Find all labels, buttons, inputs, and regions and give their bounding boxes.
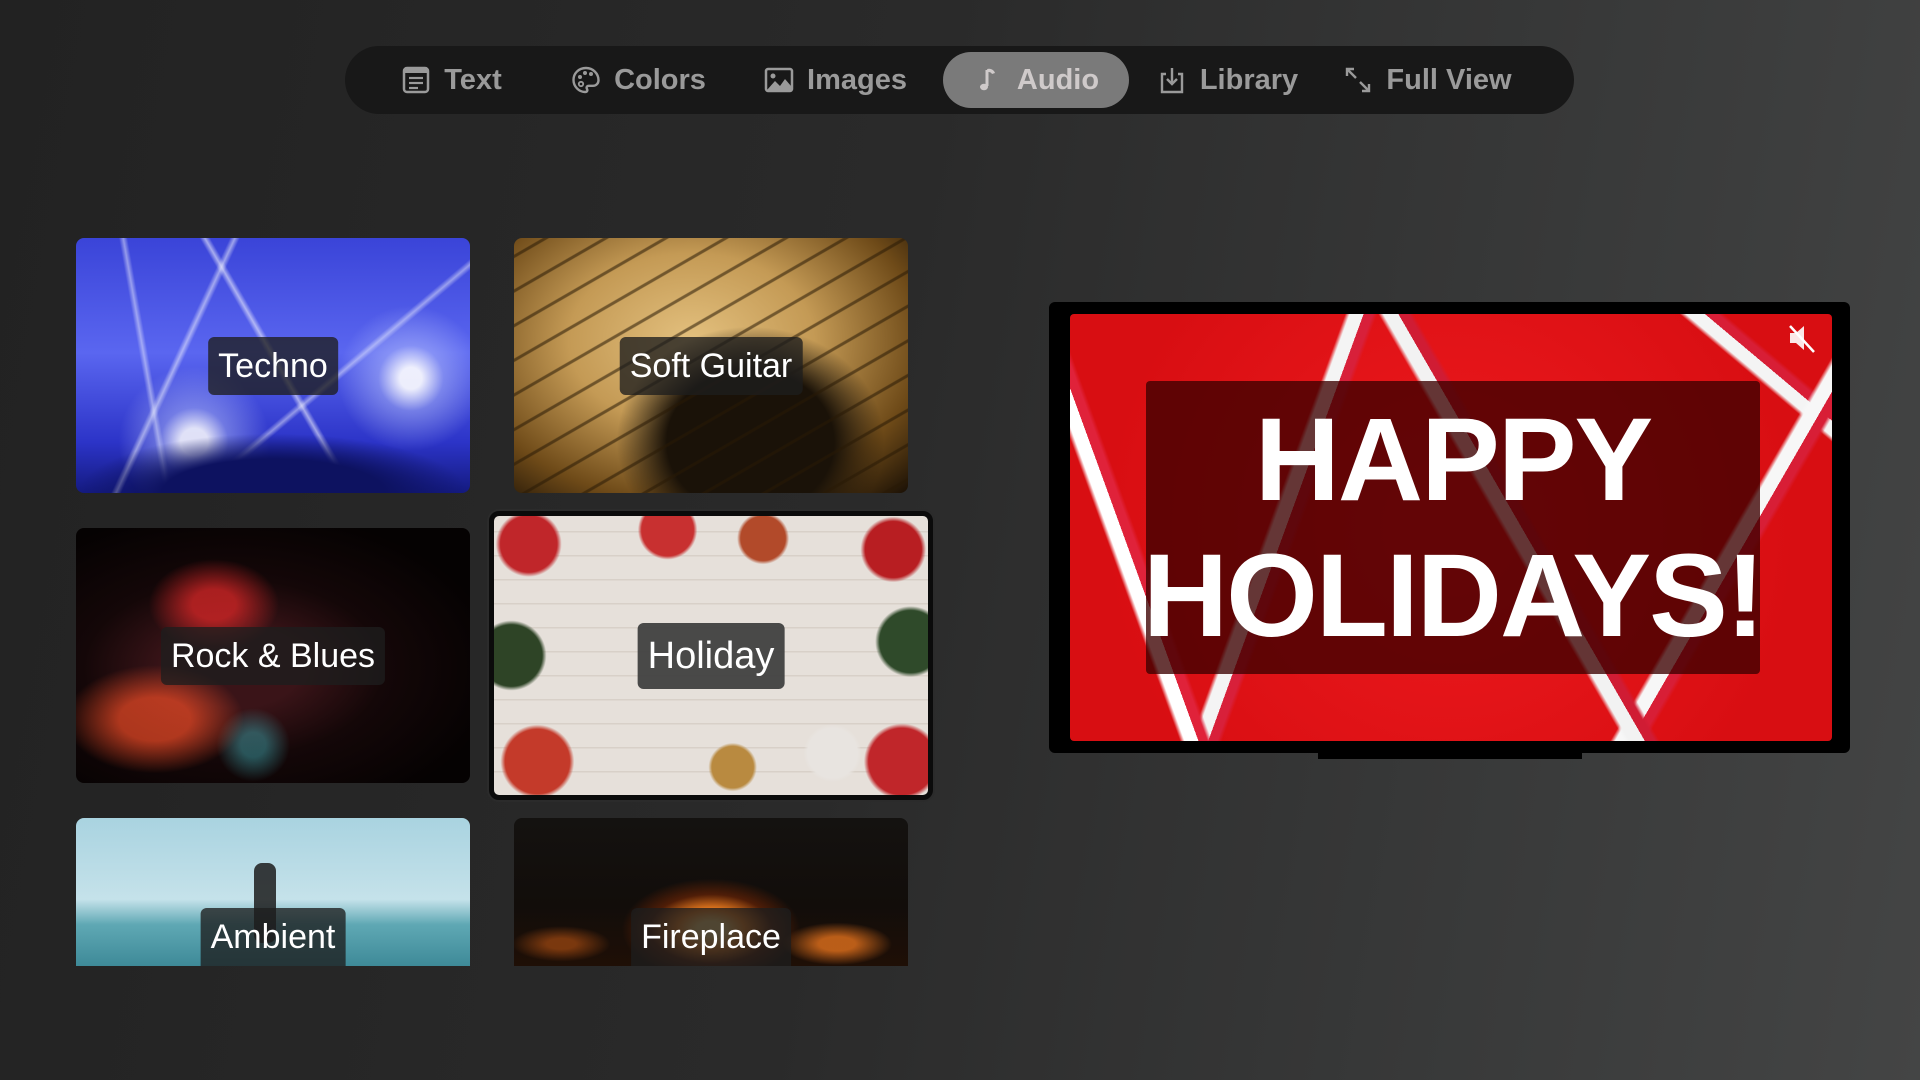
audio-tile-techno[interactable]: Techno [76,238,470,493]
tab-images[interactable]: Images [735,52,935,108]
tab-colors-label: Colors [614,63,706,96]
message-line-1: HAPPY [1254,393,1654,526]
tab-audio-label: Audio [1016,63,1100,96]
image-icon [764,67,794,93]
toolbar: Text Colors Images Audio Library Full Vi… [345,46,1574,114]
audio-tile-label: Holiday [637,622,785,689]
text-document-icon [403,66,430,94]
preview-screen: HAPPY HOLIDAYS! [1070,314,1832,741]
audio-tile-label: Soft Guitar [619,336,803,395]
tab-text[interactable]: Text [361,52,541,108]
tab-full-view[interactable]: Full View [1327,52,1527,108]
download-tray-icon [1160,68,1184,94]
audio-tile-ambient[interactable]: Ambient [76,818,470,966]
tab-colors[interactable]: Colors [549,52,727,108]
audio-tile-label: Fireplace [631,908,791,966]
speaker-muted-icon[interactable] [1784,320,1820,356]
preview-display: HAPPY HOLIDAYS! [1049,302,1850,753]
audio-tile-label: Ambient [200,908,346,966]
message-line-2: HOLIDAYS! [1142,529,1765,662]
tab-library-label: Library [1199,63,1299,96]
audio-tile-label: Rock & Blues [160,626,386,685]
tile-image [76,433,470,493]
audio-tile-soft-guitar[interactable]: Soft Guitar [514,238,908,493]
tab-text-label: Text [444,63,502,96]
tab-images-label: Images [807,63,907,96]
audio-tile-holiday[interactable]: Holiday [489,511,933,800]
palette-icon [572,66,600,94]
message-banner: HAPPY HOLIDAYS! [1142,381,1765,674]
tab-full-view-label: Full View [1386,63,1512,96]
tab-audio[interactable]: Audio [943,52,1129,108]
music-note-icon [979,68,995,91]
expand-arrows-icon [1346,67,1371,93]
display-stand [1318,752,1582,759]
audio-tile-label: Techno [208,336,338,395]
tab-library[interactable]: Library [1137,52,1317,108]
audio-tile-fireplace[interactable]: Fireplace [514,818,908,966]
audio-tile-rock-blues[interactable]: Rock & Blues [76,528,470,783]
